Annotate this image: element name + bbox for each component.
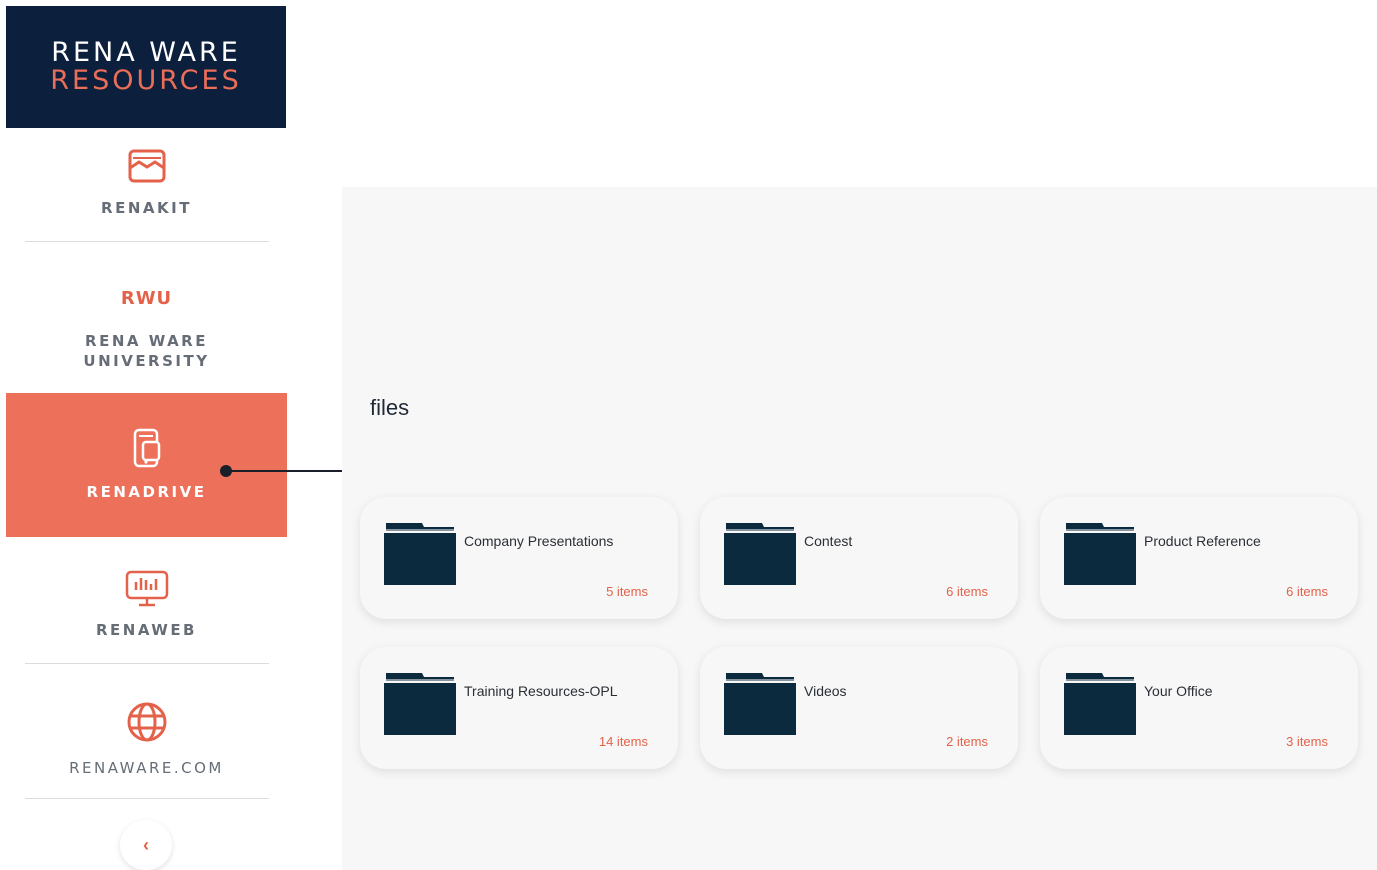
- folder-icon: [1064, 521, 1136, 590]
- folder-count: 14 items: [598, 734, 648, 749]
- folder-icon: [1064, 671, 1136, 740]
- sidebar-item-renaweb[interactable]: RENAWEB: [6, 568, 287, 648]
- folder-name: Product Reference: [1144, 533, 1261, 549]
- rwu-abbr: RWU: [120, 288, 173, 309]
- folder-count: 5 items: [606, 584, 648, 599]
- folder-name: Contest: [804, 533, 853, 549]
- folder-count: 6 items: [1286, 584, 1328, 599]
- monitor-chart-icon: [125, 568, 169, 608]
- folder-icon: [724, 521, 796, 590]
- drive-device-icon: [131, 428, 163, 470]
- folder-card[interactable]: Your Office 3 items: [1040, 647, 1358, 769]
- brand-logo[interactable]: RENA WARE RESOURCES: [6, 6, 286, 128]
- files-panel: files Company Presentations 5 items Cont…: [342, 187, 1377, 870]
- folder-name: Training Resources-OPL: [464, 683, 618, 699]
- collapse-sidebar-button[interactable]: ‹: [120, 820, 172, 870]
- sidebar-item-label: RENA WARE UNIVERSITY: [83, 332, 210, 370]
- divider: [25, 663, 269, 664]
- sidebar-item-label: RENADRIVE: [86, 483, 207, 501]
- folder-icon: [724, 671, 796, 740]
- folder-icon: [384, 671, 456, 740]
- folder-card[interactable]: Videos 2 items: [700, 647, 1018, 769]
- page: RENA WARE RESOURCES RENAKIT RWU RENA WAR…: [0, 0, 1377, 870]
- chevron-left-icon: ‹: [143, 834, 149, 855]
- sidebar-item-rwu[interactable]: RWU RENA WARE UNIVERSITY: [6, 288, 287, 388]
- page-title: files: [370, 395, 410, 420]
- folder-card[interactable]: Contest 6 items: [700, 497, 1018, 619]
- sidebar-item-label: RENAWEB: [95, 621, 197, 639]
- brand-line2: RESOURCES: [50, 65, 242, 96]
- folder-name: Your Office: [1144, 683, 1213, 699]
- folder-card[interactable]: Company Presentations 5 items: [360, 497, 678, 619]
- sidebar-item-label: RENAKIT: [101, 199, 192, 217]
- folder-count: 3 items: [1286, 734, 1328, 749]
- sidebar-item-label: RENAWARE.COM: [69, 759, 224, 777]
- folder-count: 2 items: [946, 734, 988, 749]
- folder-count: 6 items: [946, 584, 988, 599]
- folder-name: Company Presentations: [464, 533, 614, 549]
- folder-card[interactable]: Product Reference 6 items: [1040, 497, 1358, 619]
- divider: [25, 798, 269, 799]
- globe-icon: [125, 700, 169, 744]
- divider: [25, 241, 269, 242]
- folder-icon: [384, 521, 456, 590]
- sidebar-item-renaware-com[interactable]: RENAWARE.COM: [6, 700, 287, 782]
- sidebar-item-renakit[interactable]: RENAKIT: [6, 148, 287, 240]
- folder-card[interactable]: Training Resources-OPL 14 items: [360, 647, 678, 769]
- mail-icon: [127, 148, 167, 184]
- folder-name: Videos: [804, 683, 847, 699]
- brand-line1: RENA WARE: [51, 37, 241, 68]
